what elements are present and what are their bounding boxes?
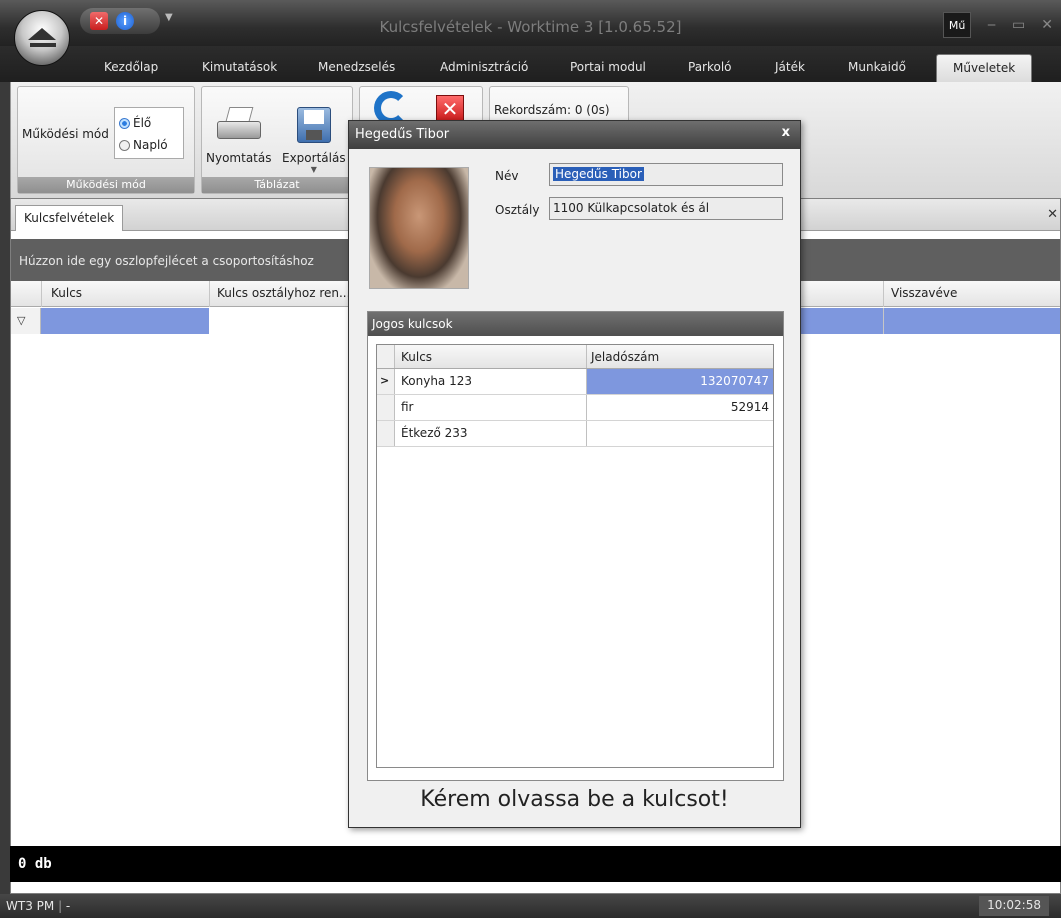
- col-code[interactable]: Jeladószám: [586, 345, 773, 368]
- close-window-icon[interactable]: ✕: [1041, 17, 1053, 33]
- doc-tab-kulcsfelvetelek[interactable]: Kulcsfelvételek: [15, 205, 124, 231]
- status-sep: -: [65, 899, 71, 913]
- dept-label: Osztály: [495, 203, 540, 217]
- window-title: Kulcsfelvételek - Worktime 3 [1.0.65.52]: [379, 18, 682, 36]
- key-cell[interactable]: Konyha 123: [401, 374, 472, 388]
- radio-elo[interactable]: Élő: [119, 112, 179, 134]
- group-mode-label: Működési mód: [18, 177, 194, 193]
- tab-portai-modul[interactable]: Portai modul: [570, 60, 646, 74]
- filter-icon[interactable]: ▽: [17, 314, 25, 327]
- export-dropdown-icon[interactable]: ▼: [282, 165, 346, 174]
- tab-kezdolap[interactable]: Kezdőlap: [104, 60, 158, 74]
- status-bar: WT3 PM | - 10:02:58: [0, 894, 1061, 918]
- keys-row[interactable]: > Konyha 123 132070747: [377, 369, 773, 395]
- keys-row[interactable]: fir 52914: [377, 395, 773, 421]
- record-count: Rekordszám: 0 (0s): [494, 103, 610, 117]
- ribbon-tabs: Kezdőlap Kimutatások Menedzselés Adminis…: [0, 46, 1061, 82]
- dept-value[interactable]: 1100 Külkapcsolatok és ál: [553, 201, 709, 215]
- group-table-label: Táblázat: [202, 177, 352, 193]
- col-key[interactable]: Kulcs: [401, 350, 432, 364]
- key-cell[interactable]: Étkező 233: [401, 426, 468, 440]
- name-value[interactable]: Hegedűs Tibor: [553, 167, 644, 181]
- scan-prompt: Kérem olvassa be a kulcsot!: [420, 787, 729, 812]
- radio-naplo[interactable]: Napló: [119, 134, 179, 156]
- code-cell[interactable]: 132070747: [586, 369, 773, 394]
- key-cell[interactable]: fir: [401, 400, 414, 414]
- dialog-close-icon[interactable]: x: [782, 125, 790, 140]
- authorized-keys-panel: Jogos kulcsok Kulcs Jeladószám > Konyha …: [367, 311, 784, 781]
- group-mode: Működési mód Élő Napló Működési mód: [17, 86, 195, 194]
- floppy-icon: [296, 107, 331, 143]
- export-button[interactable]: Exportálás ▼: [282, 107, 346, 174]
- delete-icon[interactable]: ✕: [436, 95, 464, 123]
- keys-grid: Kulcs Jeladószám > Konyha 123 132070747 …: [376, 344, 774, 768]
- print-label: Nyomtatás: [206, 151, 272, 165]
- minimize-icon[interactable]: ‒: [987, 17, 996, 33]
- dept-field[interactable]: 1100 Külkapcsolatok és ál: [549, 197, 783, 220]
- maximize-icon[interactable]: ▭: [1012, 17, 1025, 33]
- window-controls: Mű ‒ ▭ ✕: [943, 12, 1061, 38]
- user-badge[interactable]: Mű: [943, 12, 972, 38]
- keys-row[interactable]: Étkező 233: [377, 421, 773, 447]
- row-indicator-icon: >: [377, 369, 395, 394]
- status-clock: 10:02:58: [979, 896, 1049, 916]
- status-app: WT3 PM: [6, 899, 55, 913]
- tab-munkaido[interactable]: Munkaidő: [848, 60, 906, 74]
- employee-dialog: Hegedűs Tibor x Név Hegedűs Tibor Osztál…: [348, 120, 801, 828]
- name-field[interactable]: Hegedűs Tibor: [549, 163, 783, 186]
- record-footer: 0 db: [10, 846, 1061, 882]
- tab-parkolo[interactable]: Parkoló: [688, 60, 732, 74]
- radio-elo-label[interactable]: Élő: [133, 116, 151, 130]
- radio-elo-dot[interactable]: [119, 117, 130, 129]
- col-visszaveve[interactable]: Visszavéve: [891, 286, 957, 300]
- authorized-keys-header: Jogos kulcsok: [368, 312, 783, 336]
- name-label: Név: [495, 169, 519, 183]
- filter-cell[interactable]: [209, 308, 349, 334]
- col-kulcs[interactable]: Kulcs: [51, 286, 82, 300]
- employee-photo: [369, 167, 469, 289]
- eject-icon: [28, 28, 56, 40]
- mode-radio-box: Élő Napló: [114, 107, 184, 159]
- title-bar: ✕ i ▼ Kulcsfelvételek - Worktime 3 [1.0.…: [0, 0, 1061, 46]
- print-button[interactable]: Nyomtatás: [206, 107, 271, 165]
- keys-grid-header: Kulcs Jeladószám: [377, 345, 773, 369]
- radio-naplo-dot[interactable]: [119, 139, 130, 151]
- col-kulcs-osztaly[interactable]: Kulcs osztályhoz ren...: [217, 286, 350, 300]
- application-orb[interactable]: [14, 10, 70, 66]
- mode-caption: Működési mód: [22, 127, 109, 141]
- tab-adminisztracio[interactable]: Adminisztráció: [440, 60, 528, 74]
- group-table: Nyomtatás Exportálás ▼ Táblázat: [201, 86, 353, 194]
- dialog-title: Hegedűs Tibor: [349, 121, 800, 149]
- radio-naplo-label[interactable]: Napló: [133, 138, 168, 152]
- code-cell[interactable]: 52914: [586, 395, 773, 420]
- tab-muveletek[interactable]: Műveletek: [936, 54, 1033, 82]
- close-tab-icon[interactable]: ✕: [1047, 207, 1058, 222]
- tab-menedzseles[interactable]: Menedzselés: [318, 60, 395, 74]
- export-label: Exportálás: [282, 151, 346, 165]
- tab-kimutatasok[interactable]: Kimutatások: [202, 60, 277, 74]
- status-left: WT3 PM | -: [6, 899, 71, 913]
- printer-icon: [216, 107, 261, 143]
- tab-jatek[interactable]: Játék: [775, 60, 805, 74]
- code-cell[interactable]: [586, 421, 773, 446]
